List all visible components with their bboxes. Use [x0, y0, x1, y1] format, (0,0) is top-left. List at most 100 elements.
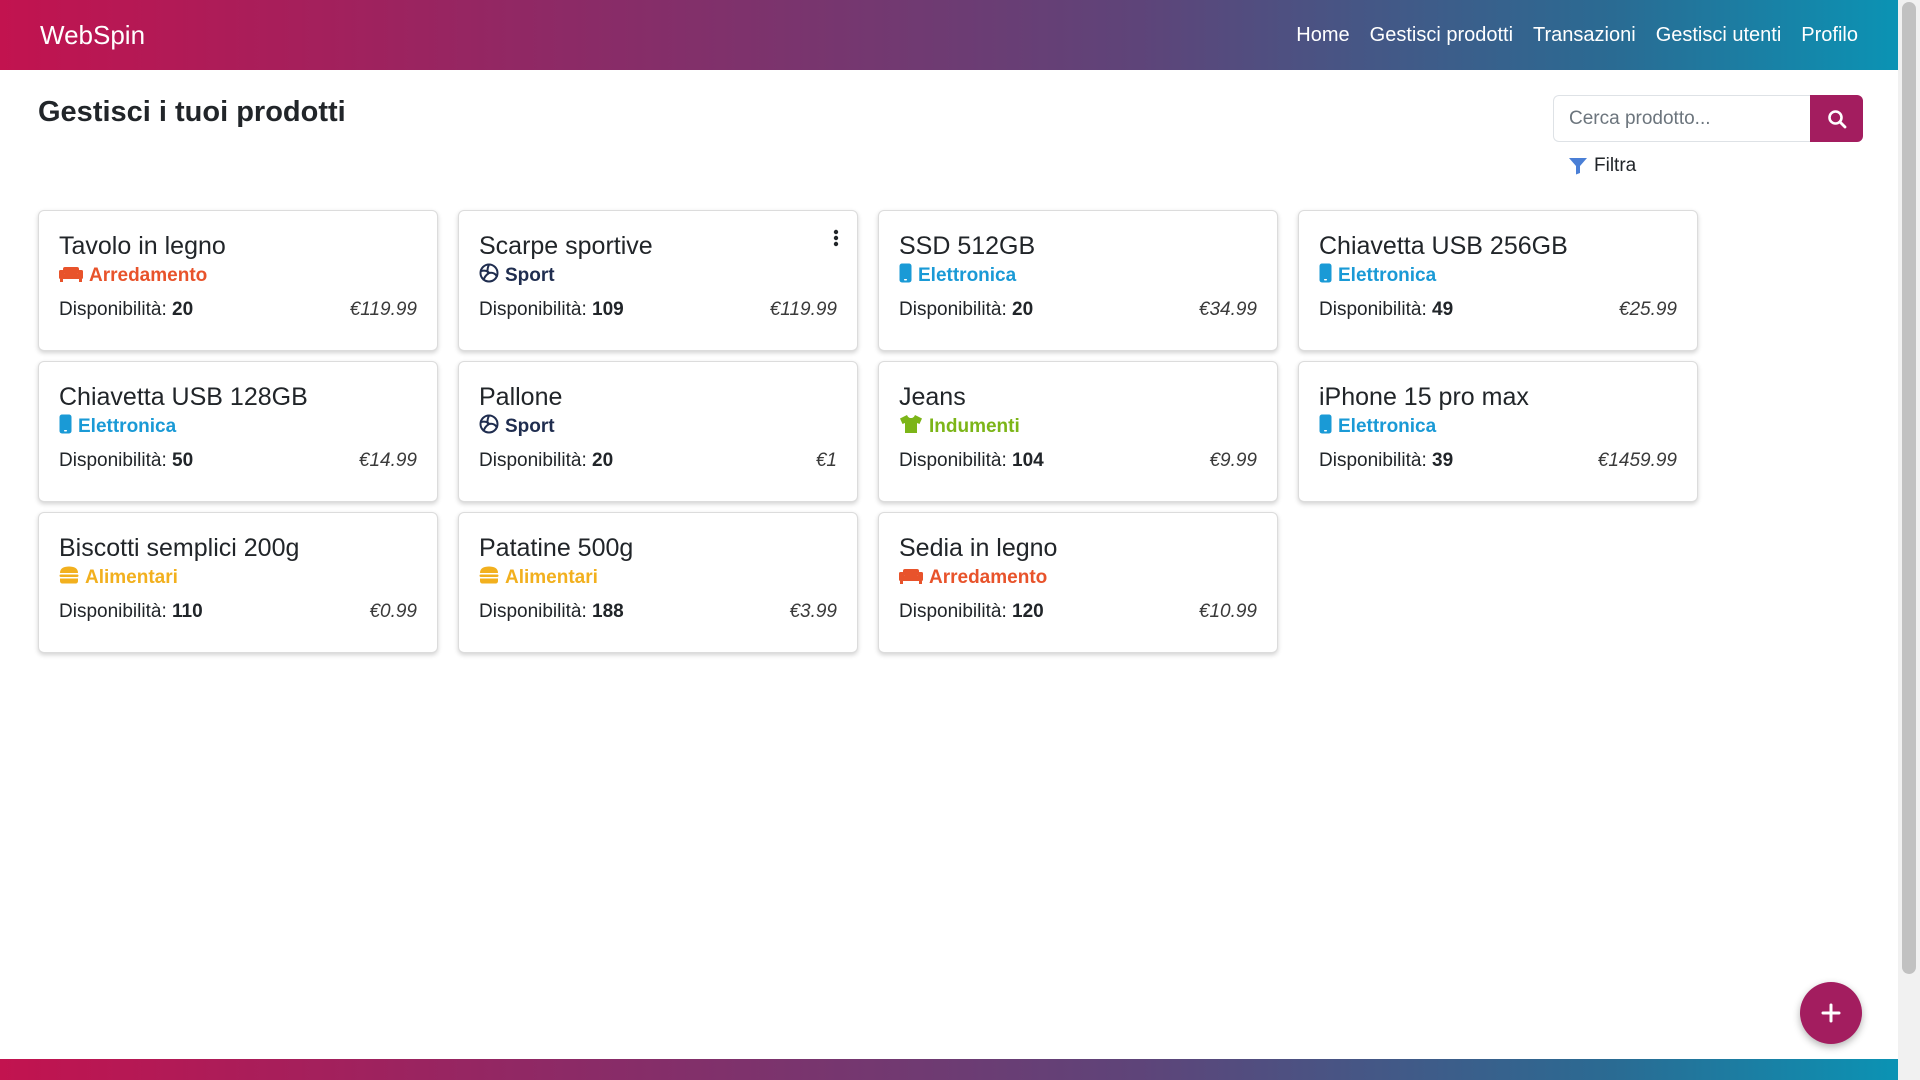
availability: Disponibilità: 20 — [479, 450, 613, 472]
product-name: Chiavetta USB 256GB — [1319, 232, 1568, 260]
product-category: Sport — [479, 263, 837, 289]
product-price: €1 — [815, 450, 837, 471]
product-card[interactable]: Biscotti semplici 200g Alimentari Dispon… — [38, 512, 438, 653]
product-category: Alimentari — [59, 565, 417, 591]
product-name: Patatine 500g — [479, 534, 634, 562]
filter-icon — [1569, 158, 1587, 175]
product-card[interactable]: Chiavetta USB 256GB Elettronica Disponib… — [1298, 210, 1698, 351]
product-card[interactable]: Tavolo in legno Arredamento Disponibilit… — [38, 210, 438, 351]
availability-value: 20 — [592, 450, 614, 471]
navbar: WebSpin Home Gestisci prodotti Transazio… — [0, 0, 1898, 70]
product-footer: Disponibilità: 39 €1459.99 — [1319, 450, 1677, 472]
nav-profilo[interactable]: Profilo — [1791, 24, 1868, 47]
category-label: Alimentari — [85, 567, 178, 588]
category-label: Indumenti — [929, 416, 1020, 437]
filter-button[interactable]: Filtra — [1568, 155, 1636, 177]
mobile-icon — [1319, 263, 1332, 289]
availability: Disponibilità: 120 — [899, 601, 1044, 623]
product-price: €14.99 — [358, 450, 417, 471]
product-name: Tavolo in legno — [59, 232, 226, 260]
product-category: Arredamento — [899, 565, 1257, 591]
product-category: Sport — [479, 414, 837, 440]
availability-label: Disponibilità: — [1319, 450, 1427, 471]
plus-icon — [1821, 1003, 1841, 1023]
product-footer: Disponibilità: 20 €34.99 — [899, 299, 1257, 321]
availability-label: Disponibilità: — [899, 450, 1007, 471]
shirt-icon — [899, 414, 923, 440]
search-input[interactable] — [1553, 95, 1810, 142]
product-footer: Disponibilità: 120 €10.99 — [899, 601, 1257, 623]
scrollbar[interactable] — [1898, 0, 1920, 1080]
filter-label: Filtra — [1594, 155, 1637, 176]
product-card[interactable]: Jeans Indumenti Disponibilità: 104 €9.99 — [878, 361, 1278, 502]
nav-gestisci-utenti[interactable]: Gestisci utenti — [1646, 24, 1792, 47]
product-price: €1459.99 — [1597, 450, 1677, 471]
mobile-icon — [899, 263, 912, 289]
product-price: €34.99 — [1198, 299, 1257, 320]
product-price: €3.99 — [789, 601, 837, 622]
product-price: €119.99 — [349, 299, 417, 320]
product-footer: Disponibilità: 188 €3.99 — [479, 601, 837, 623]
availability-value: 50 — [172, 450, 194, 471]
availability: Disponibilità: 110 — [59, 601, 203, 623]
product-footer: Disponibilità: 20 €1 — [479, 450, 837, 472]
product-footer: Disponibilità: 109 €119.99 — [479, 299, 837, 321]
burger-icon — [59, 566, 79, 590]
product-category: Alimentari — [479, 565, 837, 591]
availability-label: Disponibilità: — [1319, 299, 1427, 320]
product-card[interactable]: SSD 512GB Elettronica Disponibilità: 20 … — [878, 210, 1278, 351]
product-card[interactable]: Patatine 500g Alimentari Disponibilità: … — [458, 512, 858, 653]
product-card[interactable]: Chiavetta USB 128GB Elettronica Disponib… — [38, 361, 438, 502]
product-card[interactable]: Sedia in legno Arredamento Disponibilità… — [878, 512, 1278, 653]
availability: Disponibilità: 109 — [479, 299, 624, 321]
scrollbar-thumb[interactable] — [1902, 2, 1916, 974]
couch-icon — [59, 264, 83, 288]
search-icon — [1827, 109, 1846, 128]
nav-transazioni[interactable]: Transazioni — [1523, 24, 1646, 47]
category-label: Alimentari — [505, 567, 598, 588]
availability: Disponibilità: 50 — [59, 450, 193, 472]
product-category: Elettronica — [59, 414, 417, 440]
product-name: Scarpe sportive — [479, 232, 653, 260]
more-options-icon[interactable] — [833, 229, 839, 252]
product-name: Pallone — [479, 383, 563, 411]
product-card[interactable]: iPhone 15 pro max Elettronica Disponibil… — [1298, 361, 1698, 502]
product-footer: Disponibilità: 110 €0.99 — [59, 601, 417, 623]
availability-value: 39 — [1432, 450, 1454, 471]
availability: Disponibilità: 49 — [1319, 299, 1453, 321]
product-footer: Disponibilità: 50 €14.99 — [59, 450, 417, 472]
search-button[interactable] — [1810, 95, 1863, 142]
product-price: €25.99 — [1618, 299, 1677, 320]
category-label: Elettronica — [918, 265, 1017, 286]
category-label: Elettronica — [1338, 265, 1437, 286]
product-category: Elettronica — [1319, 414, 1677, 440]
category-label: Arredamento — [89, 265, 208, 286]
volleyball-icon — [479, 263, 499, 289]
availability: Disponibilità: 20 — [59, 299, 193, 321]
product-price: €9.99 — [1209, 450, 1257, 471]
brand-logo[interactable]: WebSpin — [40, 20, 145, 51]
category-label: Arredamento — [929, 567, 1048, 588]
availability-value: 49 — [1432, 299, 1454, 320]
availability-label: Disponibilità: — [479, 601, 587, 622]
product-footer: Disponibilità: 20 €119.99 — [59, 299, 417, 321]
mobile-icon — [59, 414, 72, 440]
burger-icon — [479, 566, 499, 590]
availability-value: 20 — [1012, 299, 1034, 320]
product-category: Arredamento — [59, 263, 417, 289]
nav-links: Home Gestisci prodotti Transazioni Gesti… — [1286, 24, 1868, 47]
product-card[interactable]: Scarpe sportive Sport Disponibilità: 109… — [458, 210, 858, 351]
availability-label: Disponibilità: — [899, 299, 1007, 320]
product-name: SSD 512GB — [899, 232, 1036, 260]
nav-gestisci-prodotti[interactable]: Gestisci prodotti — [1360, 24, 1523, 47]
nav-home[interactable]: Home — [1286, 24, 1359, 47]
product-price: €10.99 — [1198, 601, 1257, 622]
availability: Disponibilità: 39 — [1319, 450, 1453, 472]
availability-label: Disponibilità: — [59, 601, 167, 622]
add-product-button[interactable] — [1800, 982, 1862, 1044]
category-label: Elettronica — [78, 416, 177, 437]
product-price: €0.99 — [369, 601, 417, 622]
product-card[interactable]: Pallone Sport Disponibilità: 20 €1 — [458, 361, 858, 502]
product-name: Biscotti semplici 200g — [59, 534, 300, 562]
product-name: Chiavetta USB 128GB — [59, 383, 308, 411]
